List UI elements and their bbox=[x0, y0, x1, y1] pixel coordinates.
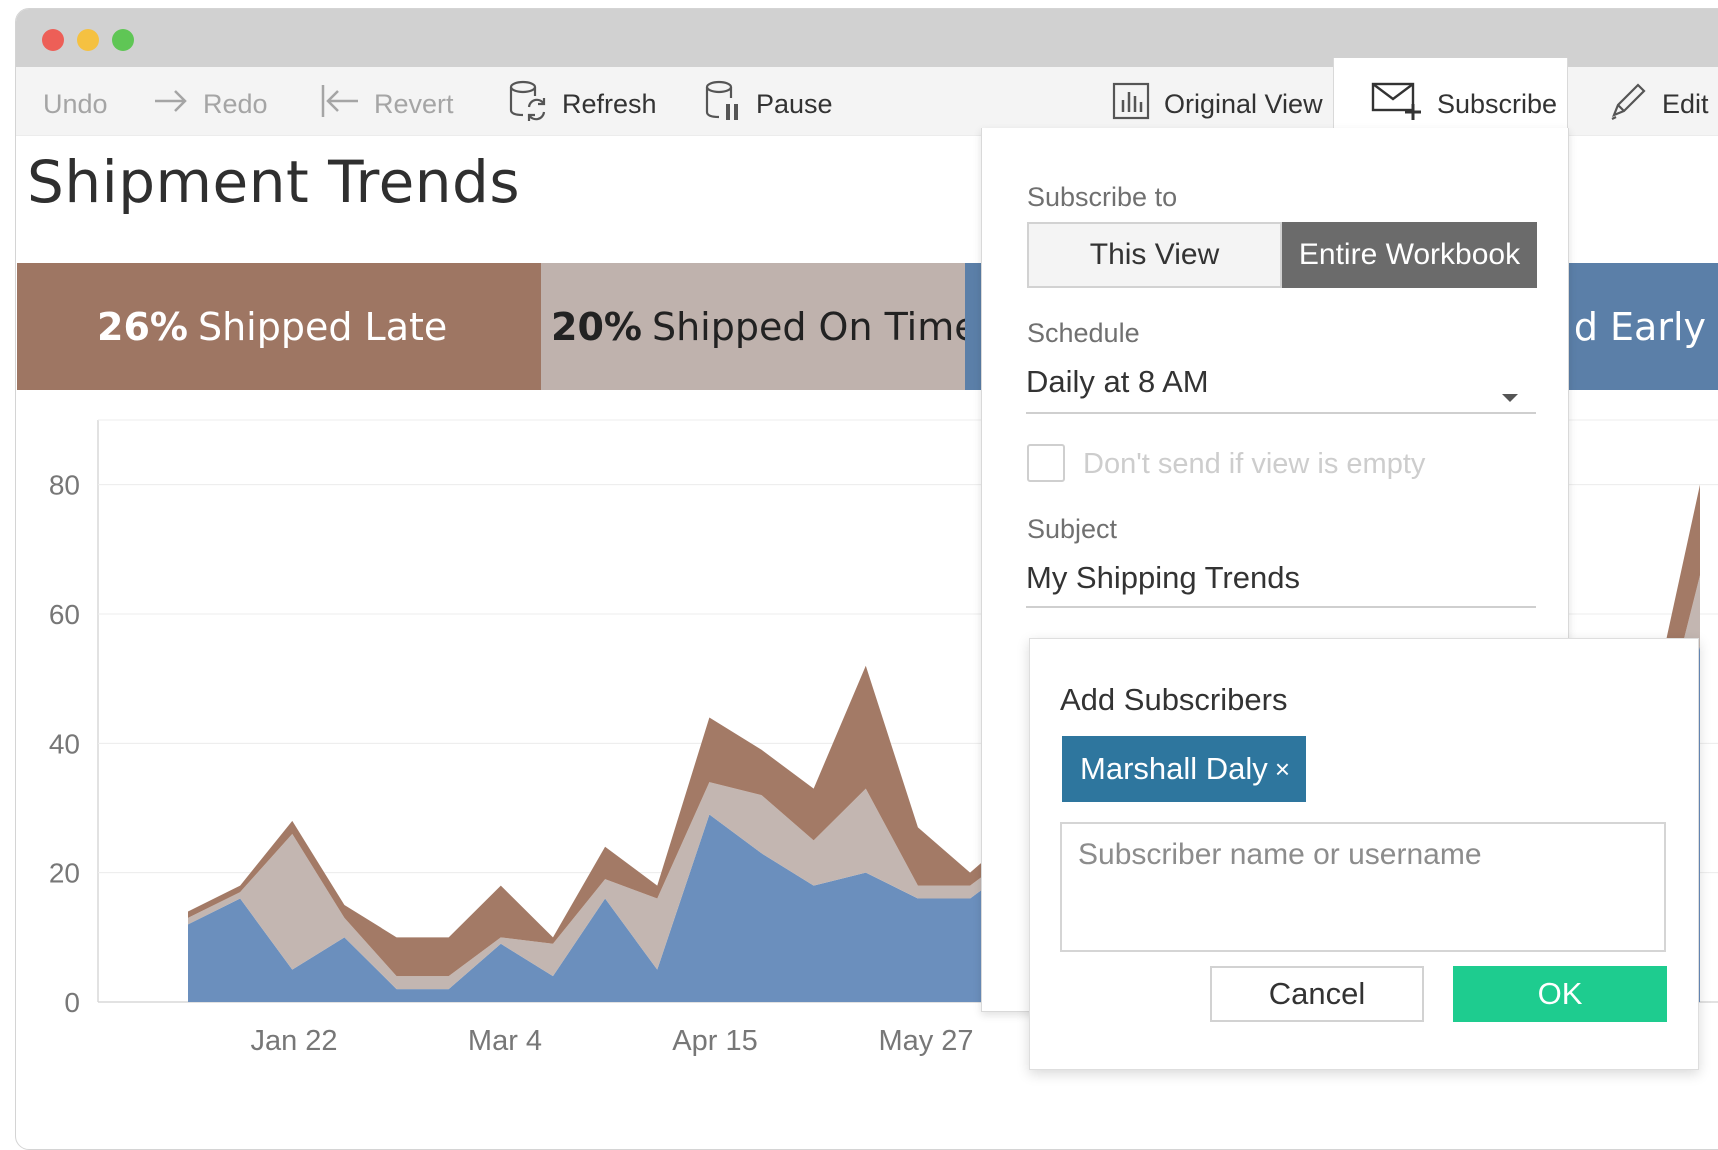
subject-label: Subject bbox=[1027, 514, 1118, 544]
subscribe-to-label: Subscribe to bbox=[1027, 182, 1178, 212]
subscriber-chip-name: Marshall Daly bbox=[1080, 751, 1268, 786]
ok-button[interactable]: OK bbox=[1453, 966, 1667, 1022]
this-view-option[interactable]: This View bbox=[1027, 222, 1282, 288]
subscriber-chip: Marshall Daly × bbox=[1062, 736, 1306, 802]
x-tick-label: Jan 22 bbox=[250, 1025, 337, 1057]
subject-field[interactable]: My Shipping Trends bbox=[1026, 560, 1536, 608]
ok-label: OK bbox=[1537, 976, 1583, 1011]
entire-workbook-option[interactable]: Entire Workbook bbox=[1282, 222, 1537, 288]
y-tick-label: 60 bbox=[49, 599, 80, 630]
x-tick-label: Mar 4 bbox=[468, 1025, 542, 1057]
y-tick-label: 20 bbox=[49, 858, 80, 889]
y-tick-label: 80 bbox=[49, 470, 80, 501]
cancel-button[interactable]: Cancel bbox=[1210, 966, 1424, 1022]
subscriber-search-input[interactable] bbox=[1060, 822, 1666, 952]
x-tick-label: Apr 15 bbox=[672, 1025, 757, 1057]
cancel-label: Cancel bbox=[1268, 976, 1366, 1011]
dont-send-label: Don't send if view is empty bbox=[1083, 448, 1426, 480]
add-subscribers-title: Add Subscribers bbox=[1060, 682, 1288, 717]
dont-send-checkbox[interactable] bbox=[1027, 444, 1065, 482]
schedule-select[interactable]: Daily at 8 AM bbox=[1026, 364, 1536, 414]
subject-value: My Shipping Trends bbox=[1026, 560, 1300, 595]
entire-workbook-label: Entire Workbook bbox=[1298, 238, 1521, 271]
this-view-label: This View bbox=[1089, 238, 1220, 271]
x-tick-label: May 27 bbox=[878, 1025, 973, 1057]
schedule-value: Daily at 8 AM bbox=[1026, 364, 1209, 399]
schedule-label: Schedule bbox=[1027, 318, 1140, 348]
remove-chip-icon[interactable]: × bbox=[1275, 754, 1290, 785]
y-tick-label: 0 bbox=[64, 987, 80, 1018]
caret-down-icon bbox=[1500, 376, 1520, 412]
y-tick-label: 40 bbox=[49, 728, 80, 759]
